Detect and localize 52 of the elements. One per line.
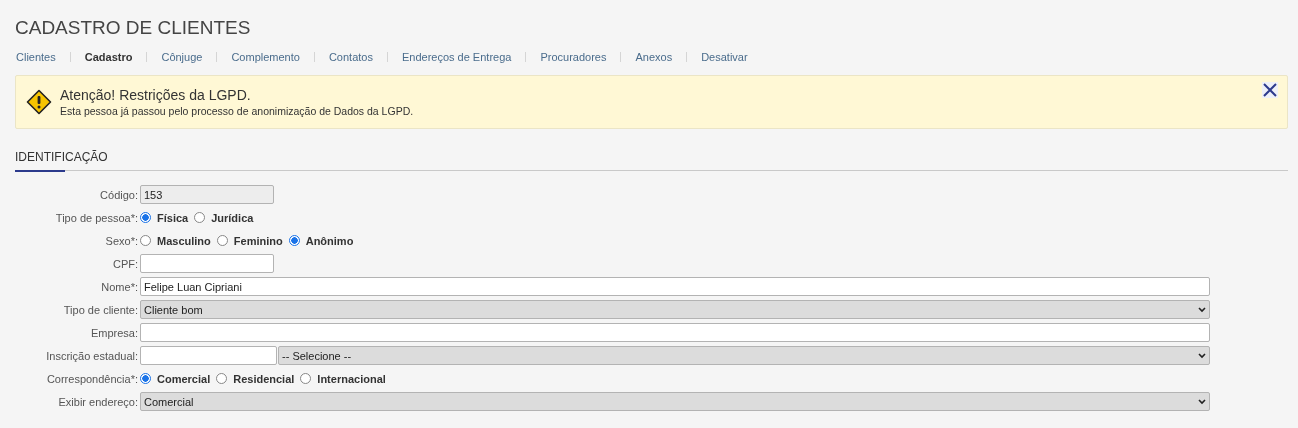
radio-label: Masculino	[157, 234, 211, 247]
field-label: Nome*:	[100, 280, 138, 293]
nav-tab[interactable]: Cadastro	[69, 52, 147, 62]
radio-button[interactable]	[140, 212, 151, 223]
field-label: Código:	[99, 188, 138, 201]
input-field[interactable]: 153	[140, 185, 274, 204]
nav-tab[interactable]: Cônjuge	[146, 52, 217, 62]
field-label: Empresa:	[89, 326, 138, 339]
radio-label: Feminino	[233, 234, 283, 247]
radio-button[interactable]	[288, 235, 300, 246]
nav-tab[interactable]: Clientes	[15, 52, 70, 62]
chevron-icon	[1198, 306, 1206, 313]
field-label: Exibir endereço:	[57, 395, 138, 408]
input-field[interactable]	[140, 254, 274, 273]
nav-tab[interactable]: Contatos	[313, 52, 387, 62]
field-label: Tipo de pessoa*:	[54, 211, 138, 224]
field-label: CPF:	[111, 257, 138, 270]
dropdown[interactable]: -- Selecione --	[278, 346, 1210, 365]
radio-label: Comercial	[157, 372, 211, 385]
dropdown[interactable]: Comercial	[140, 392, 1210, 411]
input-field[interactable]	[140, 346, 277, 365]
field-label: Tipo de cliente:	[62, 303, 138, 316]
alert-message: Esta pessoa já passou pelo processo de anonimização de Dados da LGPD.	[60, 105, 414, 117]
input-field[interactable]	[140, 323, 1210, 342]
field-label: Correspondência*:	[45, 372, 138, 385]
dropdown[interactable]: Cliente bom	[140, 300, 1210, 319]
nav-tab[interactable]: Anexos	[620, 52, 687, 62]
close-icon[interactable]	[1262, 82, 1278, 98]
radio-button[interactable]	[140, 373, 151, 384]
radio-label: Residencial	[233, 372, 295, 385]
nav-tab[interactable]: Complemento	[216, 52, 314, 62]
nav-tab[interactable]: Endereços de Entrega	[386, 52, 526, 62]
warning-icon	[26, 89, 52, 115]
field-label: Sexo*:	[104, 234, 138, 247]
radio-label: Física	[157, 211, 189, 224]
nav-tab[interactable]: Desativar	[686, 52, 762, 62]
radio-button[interactable]	[216, 373, 228, 384]
chevron-icon	[1198, 398, 1206, 405]
radio-label: Internacional	[317, 372, 386, 385]
field-label: Inscrição estadual:	[45, 349, 138, 362]
chevron-icon	[1198, 352, 1206, 359]
page-title: CADASTRO DE CLIENTES	[15, 16, 252, 39]
radio-label: Jurídica	[211, 211, 254, 224]
nav-tab[interactable]: Procuradores	[525, 52, 621, 62]
radio-button[interactable]	[300, 373, 312, 384]
radio-button[interactable]	[194, 212, 206, 223]
input-field[interactable]: Felipe Luan Cipriani	[140, 277, 1210, 296]
section-title: IDENTIFICAÇÃO	[15, 150, 109, 164]
radio-button[interactable]	[140, 235, 151, 246]
radio-label: Anônimo	[305, 234, 354, 247]
radio-button[interactable]	[216, 235, 228, 246]
alert-title: Atenção! Restrições da LGPD.	[60, 87, 252, 103]
